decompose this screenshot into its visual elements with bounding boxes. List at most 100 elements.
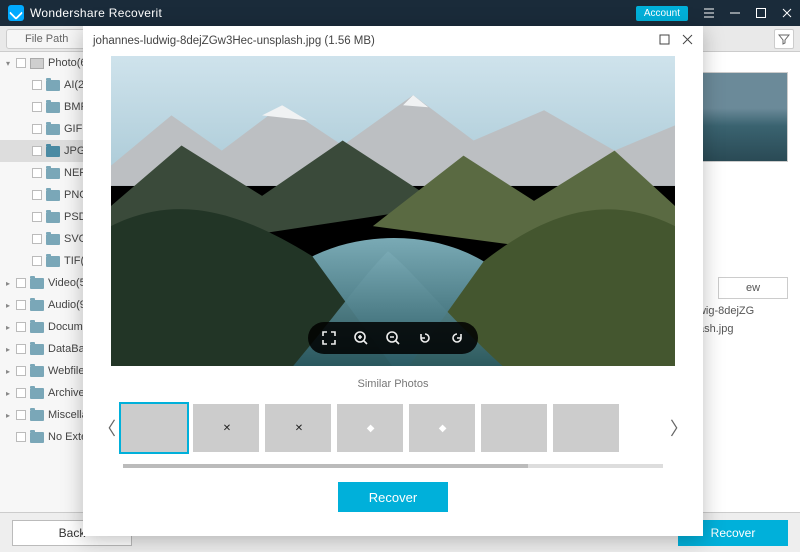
caret-icon: ▸: [6, 389, 14, 398]
caret-icon: ▸: [6, 411, 14, 420]
sidebar-item[interactable]: ▸Archive(: [0, 382, 92, 404]
sidebar-item[interactable]: ▸DataBas: [0, 338, 92, 360]
sidebar-item-label: Audio(9: [48, 299, 86, 311]
carousel-next-icon[interactable]: 〉: [667, 398, 691, 458]
zoom-out-icon[interactable]: [384, 329, 402, 347]
sidebar-item[interactable]: No Exte: [0, 426, 92, 448]
carousel-scrollbar[interactable]: [123, 464, 663, 468]
checkbox[interactable]: [16, 366, 26, 376]
checkbox[interactable]: [16, 344, 26, 354]
modal-header: johannes-ludwig-8dejZGw3Hec-unsplash.jpg…: [83, 26, 703, 56]
sidebar-item[interactable]: TIF(2: [0, 250, 92, 272]
folder-icon: [46, 190, 60, 201]
sidebar-item-label: Miscella: [48, 409, 88, 421]
minimize-icon[interactable]: [722, 0, 748, 26]
scrollbar-handle[interactable]: [123, 464, 528, 468]
checkbox[interactable]: [32, 80, 42, 90]
checkbox[interactable]: [32, 124, 42, 134]
preview-button[interactable]: ew: [718, 277, 788, 299]
thumb-blue-1[interactable]: [337, 404, 403, 452]
checkbox[interactable]: [16, 410, 26, 420]
checkbox[interactable]: [32, 168, 42, 178]
sidebar-item-label: No Exte: [48, 431, 87, 443]
checkbox[interactable]: [16, 300, 26, 310]
sidebar-item[interactable]: AI(2: [0, 74, 92, 96]
checkbox[interactable]: [16, 388, 26, 398]
fit-screen-icon[interactable]: [320, 329, 338, 347]
caret-icon: ▸: [6, 345, 14, 354]
titlebar: Wondershare Recoverit Account: [0, 0, 800, 26]
sidebar-item[interactable]: JPG(: [0, 140, 92, 162]
thumb-rock[interactable]: [553, 404, 619, 452]
sidebar-item[interactable]: BMP: [0, 96, 92, 118]
folder-icon: [30, 366, 44, 377]
modal-recover-button[interactable]: Recover: [338, 482, 448, 512]
modal-maximize-icon[interactable]: [659, 34, 670, 48]
folder-icon: [46, 80, 60, 91]
breadcrumb[interactable]: File Path: [6, 29, 87, 49]
thumbnail-strip: [119, 402, 667, 454]
sidebar-item[interactable]: PNG: [0, 184, 92, 206]
sidebar-item[interactable]: ▸Video(53: [0, 272, 92, 294]
filter-icon[interactable]: [774, 29, 794, 49]
menu-icon[interactable]: [696, 0, 722, 26]
folder-icon: [46, 146, 60, 157]
image-preview: [111, 56, 675, 366]
folder-icon: [46, 212, 60, 223]
folder-icon: [30, 410, 44, 421]
checkbox[interactable]: [16, 58, 26, 68]
preview-photo: [111, 56, 675, 366]
maximize-icon[interactable]: [748, 0, 774, 26]
sidebar-item-label: AI(2: [64, 79, 84, 91]
sidebar-item[interactable]: ▸ Audio(9: [0, 294, 92, 316]
sidebar-item[interactable]: ▸ Miscella: [0, 404, 92, 426]
sidebar: ▾Photo(6 AI(2 BMPGIF(JPG(NEFPNGPSDSVGTIF(2…: [0, 52, 93, 552]
account-button[interactable]: Account: [636, 6, 688, 21]
app-logo: [8, 5, 24, 21]
folder-icon: [30, 344, 44, 355]
thumb-shore[interactable]: [481, 404, 547, 452]
checkbox[interactable]: [32, 212, 42, 222]
similar-photos-title: Similar Photos: [83, 378, 703, 390]
sidebar-item[interactable]: ▸Docume: [0, 316, 92, 338]
sidebar-item[interactable]: ▾Photo(6: [0, 52, 92, 74]
sidebar-item[interactable]: GIF(: [0, 118, 92, 140]
checkbox[interactable]: [16, 278, 26, 288]
folder-icon: [30, 278, 44, 289]
folder-icon: [30, 432, 44, 443]
caret-icon: ▸: [6, 301, 14, 310]
preview-modal: johannes-ludwig-8dejZGw3Hec-unsplash.jpg…: [83, 26, 703, 536]
sidebar-item[interactable]: SVG: [0, 228, 92, 250]
close-icon[interactable]: [774, 0, 800, 26]
folder-icon: [46, 168, 60, 179]
folder-icon: [46, 102, 60, 113]
checkbox[interactable]: [32, 234, 42, 244]
thumb-drone-1[interactable]: [193, 404, 259, 452]
rotate-right-icon[interactable]: [448, 329, 466, 347]
checkbox[interactable]: [16, 322, 26, 332]
sidebar-item[interactable]: NEF: [0, 162, 92, 184]
thumb-blue-2[interactable]: [409, 404, 475, 452]
caret-icon: ▸: [6, 279, 14, 288]
sidebar-item[interactable]: ▸Webfiles: [0, 360, 92, 382]
zoom-in-icon[interactable]: [352, 329, 370, 347]
sidebar-item[interactable]: PSD: [0, 206, 92, 228]
rotate-left-icon[interactable]: [416, 329, 434, 347]
checkbox[interactable]: [32, 256, 42, 266]
caret-icon: ▸: [6, 367, 14, 376]
thumb-drone-2[interactable]: [265, 404, 331, 452]
folder-icon: [46, 234, 60, 245]
checkbox[interactable]: [32, 190, 42, 200]
image-icon: [30, 58, 44, 69]
folder-icon: [30, 300, 44, 311]
checkbox[interactable]: [32, 146, 42, 156]
checkbox[interactable]: [32, 102, 42, 112]
checkbox[interactable]: [16, 432, 26, 442]
modal-close-icon[interactable]: [682, 34, 693, 48]
app-title: Wondershare Recoverit: [30, 6, 162, 20]
carousel-prev-icon[interactable]: 〈: [95, 398, 119, 458]
thumb-lake[interactable]: [121, 404, 187, 452]
caret-icon: ▸: [6, 323, 14, 332]
modal-filename: johannes-ludwig-8dejZGw3Hec-unsplash.jpg…: [93, 35, 375, 47]
viewer-controls: [308, 322, 478, 354]
